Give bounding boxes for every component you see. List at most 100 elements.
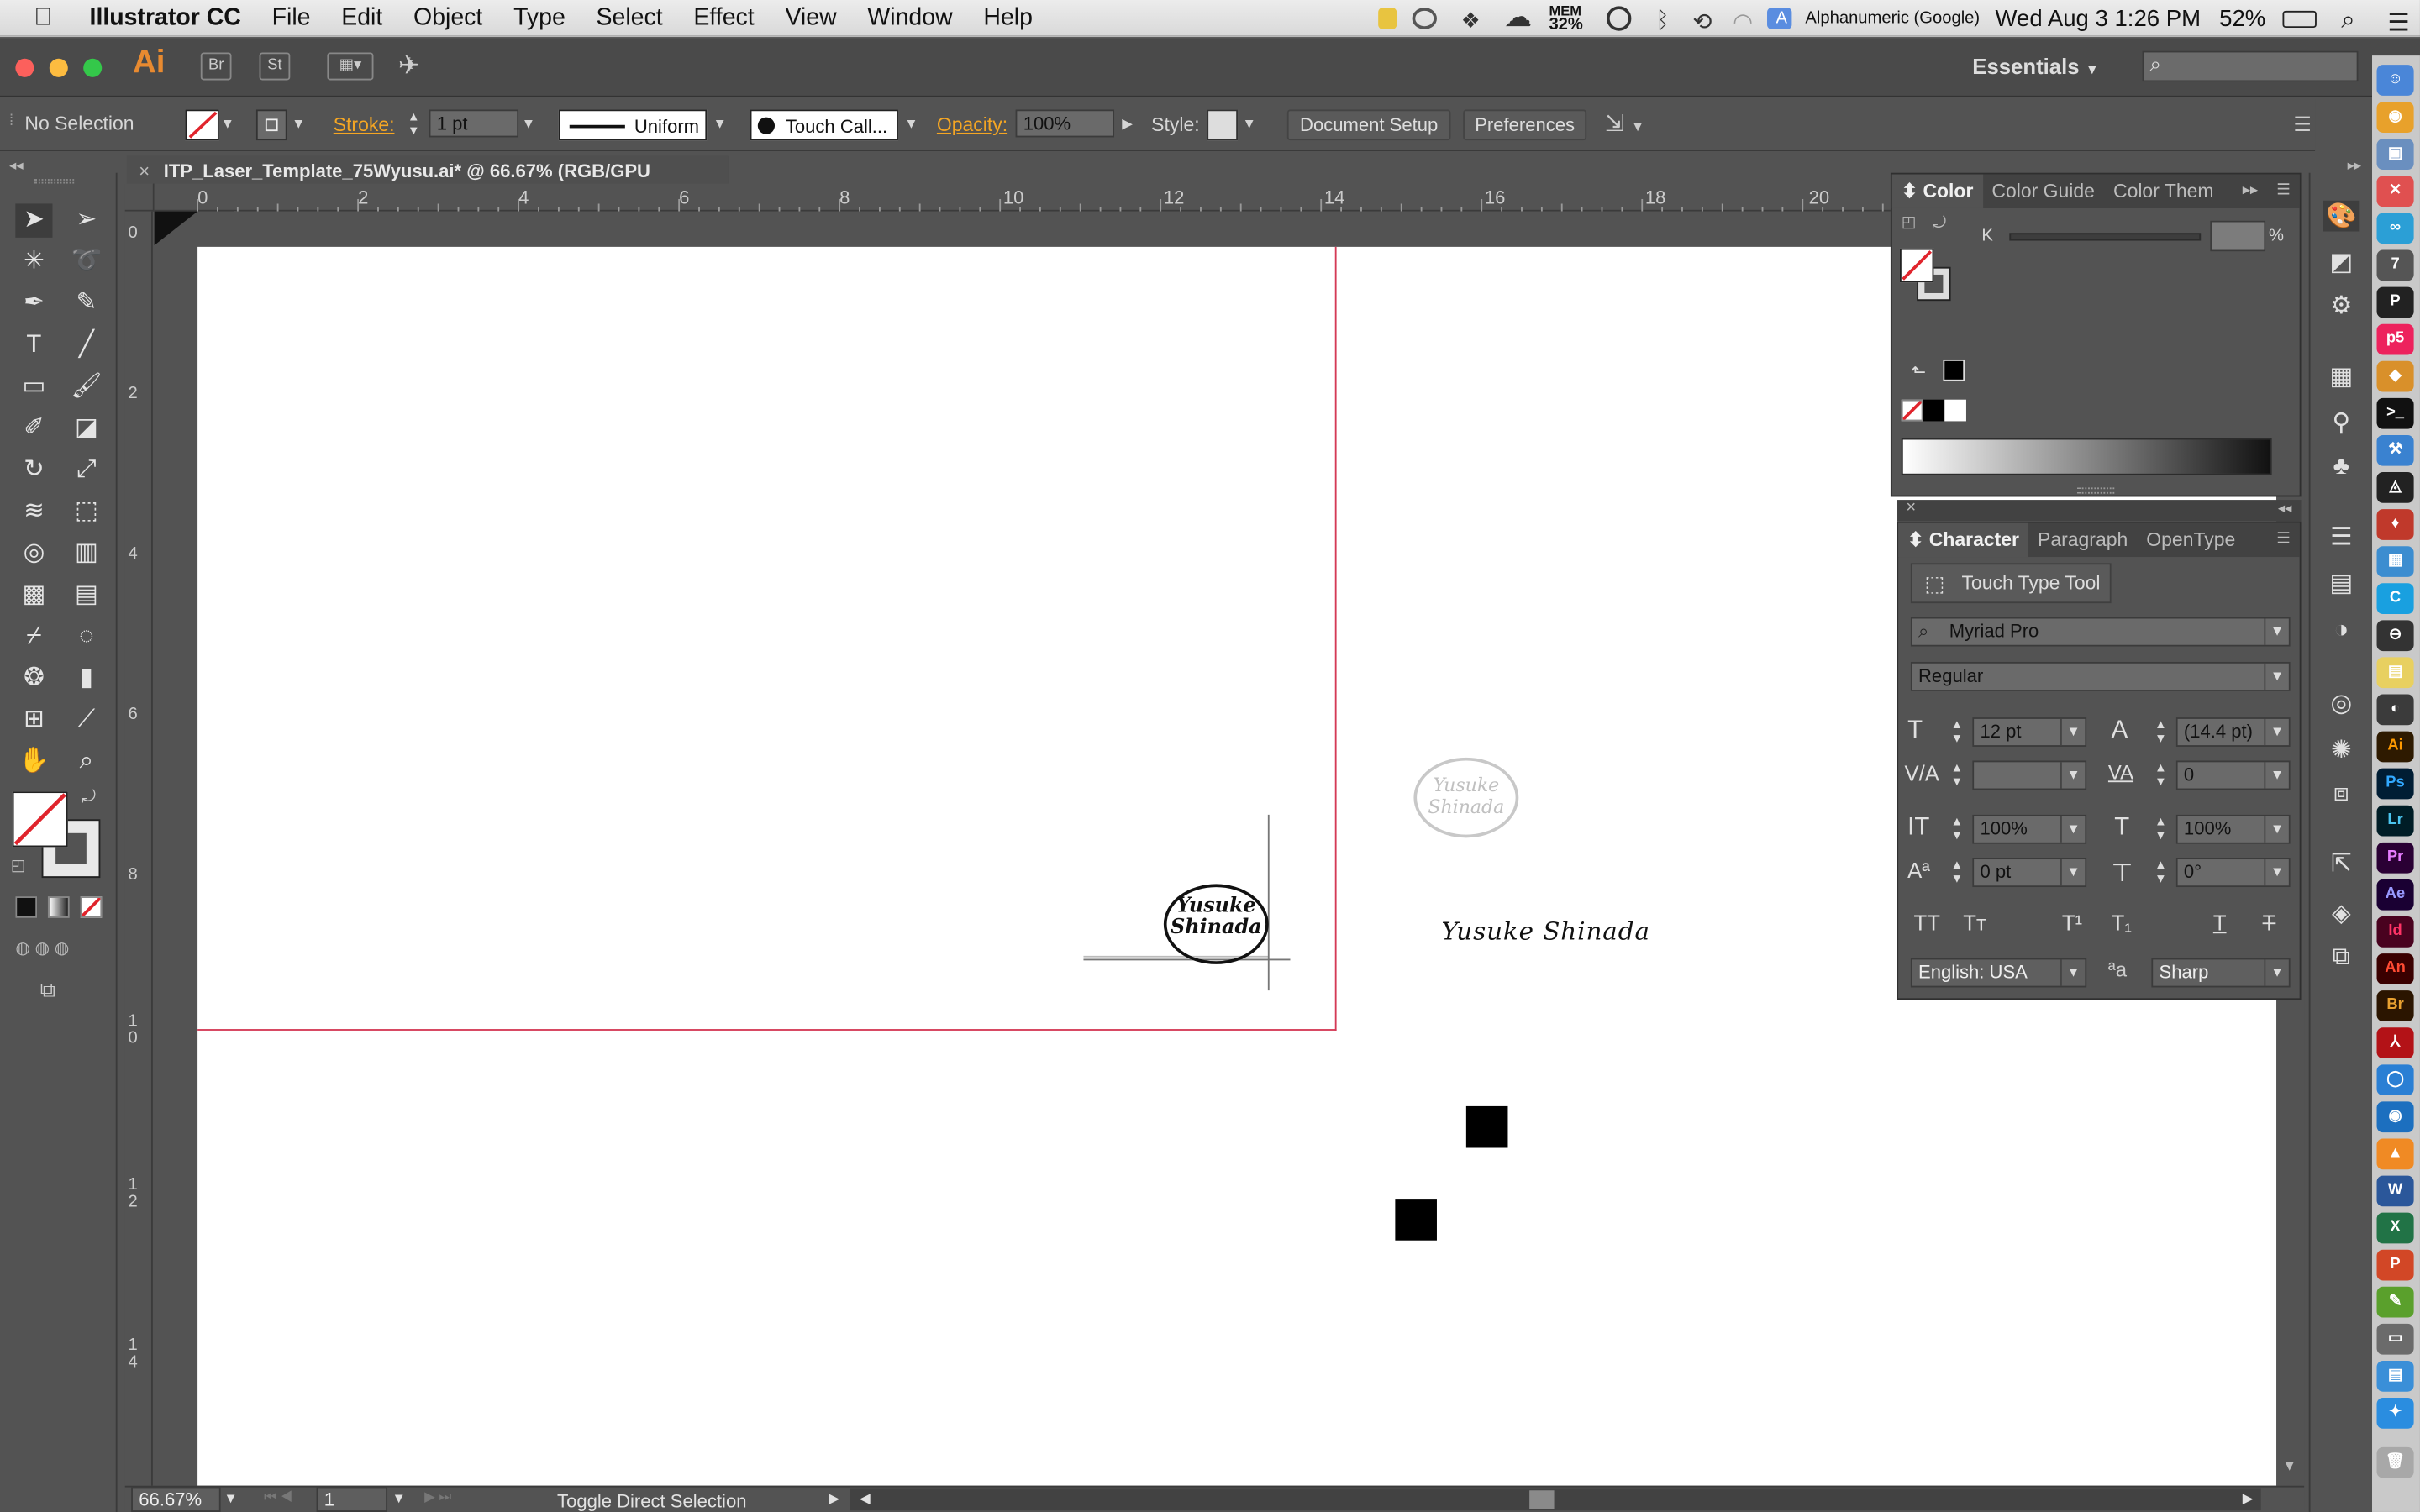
c-app-dock-icon[interactable]: C	[2376, 583, 2414, 615]
browser-dock-icon[interactable]: ◉	[2376, 1101, 2414, 1133]
fill-color-box[interactable]	[12, 791, 68, 848]
leading-input[interactable]: (14.4 pt) ▼	[2175, 717, 2291, 747]
minus-app-dock-icon[interactable]: ⊖	[2376, 620, 2414, 652]
tab-character[interactable]: ⬍ Character	[1898, 522, 2029, 558]
horizontal-scrollbar[interactable]: ◀ ▶	[850, 1488, 2261, 1511]
free-transform-tool-icon[interactable]: ⬚	[68, 496, 105, 529]
collapse-panel-icon[interactable]: ◂◂	[2278, 500, 2292, 517]
memory-indicator[interactable]: MEM 32%	[1534, 4, 1598, 34]
dropbox-icon[interactable]: ❖	[1452, 8, 1481, 32]
p5-dock-icon[interactable]: p5	[2376, 323, 2414, 355]
screen-mode-icon[interactable]: ⧉	[40, 977, 77, 1001]
font-style-select[interactable]: Regular ▼	[1910, 661, 2291, 691]
drawing-modes[interactable]: ◍ ◍ ◍	[15, 938, 102, 960]
none-swatch[interactable]	[1901, 399, 1923, 422]
lasso-tool-icon[interactable]: ➰	[68, 245, 105, 279]
export-dock-icon[interactable]: ⇱	[2323, 848, 2360, 879]
quick-swatches[interactable]	[1901, 399, 1966, 422]
photoshop-dock-icon[interactable]: Ps	[2376, 768, 2414, 800]
menu-edit[interactable]: Edit	[326, 4, 398, 32]
unity-dock-icon[interactable]: ◬	[2376, 472, 2414, 503]
clock-text[interactable]: Wed Aug 3 1:26 PM	[1986, 5, 2211, 31]
first-artboard-button[interactable]: ⏮ ◀	[264, 1488, 292, 1505]
expand-dock-icon[interactable]: ▸▸	[2348, 157, 2362, 174]
color-mode-button[interactable]	[15, 896, 38, 918]
next-artboard-button[interactable]: ▶ ⏭	[424, 1488, 451, 1505]
scroll-left-arrow[interactable]: ◀	[860, 1490, 871, 1507]
zoom-tool-icon[interactable]: ⌕	[68, 745, 105, 779]
rotation-input[interactable]: 0° ▼	[2175, 858, 2291, 888]
brush-dropdown-arrow[interactable]: ▼	[904, 116, 918, 131]
menu-view[interactable]: View	[770, 4, 852, 32]
trash-dock-icon[interactable]: 🗑	[2376, 1446, 2414, 1478]
bridge-dock-icon[interactable]: Br	[2376, 990, 2414, 1021]
eyedropper-tool-icon[interactable]: ⌿	[15, 620, 52, 654]
status-menu-arrow[interactable]: ▶	[829, 1490, 839, 1507]
magic-wand-tool-icon[interactable]: ✳	[15, 245, 52, 279]
battery-percent[interactable]: 52%	[2210, 5, 2275, 31]
control-panel-menu-icon[interactable]: ☰	[2293, 113, 2311, 137]
tab-color-themes[interactable]: Color Them	[2104, 175, 2223, 208]
gradient-dock-icon[interactable]: ▤	[2323, 568, 2360, 599]
bridge-button[interactable]: Br	[200, 52, 232, 81]
time-machine-icon[interactable]: ⟲	[1683, 8, 1712, 35]
default-fill-stroke-icon[interactable]: ◰	[11, 858, 25, 874]
safari-alt-dock-icon[interactable]: ◯	[2376, 1064, 2414, 1096]
menu-window[interactable]: Window	[852, 4, 968, 32]
symbols-dock-icon[interactable]: ♣	[2323, 454, 2360, 481]
stamp-artwork[interactable]: Yusuke Shinada	[1083, 814, 1299, 994]
vertical-ruler[interactable]: 0 2 4 6 8 10 12 14	[124, 211, 153, 1486]
search-stock-input[interactable]: ⌕	[2142, 50, 2359, 82]
color-spectrum-bar[interactable]	[1901, 438, 2272, 475]
ruler-origin[interactable]	[124, 183, 155, 212]
swap-fill-stroke-icon[interactable]: ⤾	[82, 789, 96, 809]
xcode-dock-icon[interactable]: ⚒	[2376, 434, 2414, 466]
artboards-dock-icon[interactable]: ⧈	[2323, 780, 2360, 808]
black-square-1[interactable]	[1465, 1105, 1508, 1148]
battery-icon[interactable]	[2282, 9, 2317, 28]
stroke-swatch[interactable]	[255, 109, 287, 141]
type-tool-icon[interactable]: T	[15, 328, 52, 362]
graphic-style-swatch[interactable]	[1207, 109, 1239, 141]
tab-color[interactable]: ⬍ Color	[1891, 174, 1983, 208]
perspective-grid-tool-icon[interactable]: ▥	[68, 537, 105, 570]
name-text-object[interactable]: Yusuke Shinada	[1441, 916, 1649, 946]
document-setup-button[interactable]: Document Setup	[1286, 109, 1451, 141]
black-square-2[interactable]	[1395, 1199, 1437, 1241]
zoom-dropdown-arrow[interactable]: ▼	[224, 1490, 237, 1505]
opacity-arrow[interactable]: ▶	[1122, 116, 1133, 133]
xmind-dock-icon[interactable]: ✕	[2376, 176, 2414, 207]
creative-cloud-icon[interactable]	[1411, 8, 1437, 29]
horizontal-scale-stepper[interactable]: ▲ ▼	[2151, 815, 2170, 844]
menu-help[interactable]: Help	[968, 4, 1048, 32]
font-size-input[interactable]: 12 pt ▼	[1972, 717, 2087, 747]
layers-dock-icon[interactable]: ◈	[2323, 898, 2360, 929]
slice-tool-icon[interactable]: ⟋	[68, 704, 105, 738]
menu-effect[interactable]: Effect	[678, 4, 770, 32]
arrange-documents-icon[interactable]: ▦▾	[327, 52, 374, 81]
none-mode-button[interactable]	[80, 896, 103, 918]
rotate-tool-icon[interactable]: ↻	[15, 454, 52, 487]
menu-file[interactable]: File	[256, 4, 326, 32]
scroll-down-arrow[interactable]: ▼	[2282, 1458, 2296, 1473]
system-prefs-dock-icon[interactable]: ▭	[2376, 1323, 2414, 1355]
brushes-dock-icon[interactable]: ⚲	[2323, 407, 2360, 438]
selection-tool-icon[interactable]: ➤	[15, 203, 53, 238]
variable-width-profile[interactable]: Uniform	[558, 109, 708, 141]
artboard-number-input[interactable]: 1	[316, 1487, 388, 1512]
swap-colors-icon[interactable]: ⤾	[1933, 214, 1947, 234]
zoom-window-button[interactable]	[83, 58, 103, 77]
all-caps-icon[interactable]: TT	[1914, 911, 1940, 935]
small-caps-icon[interactable]: Tт	[1963, 911, 1986, 935]
tab-opentype[interactable]: OpenType	[2137, 523, 2244, 557]
color-themes-dock-icon[interactable]: ⚙	[2323, 290, 2360, 321]
excel-dock-icon[interactable]: X	[2376, 1212, 2414, 1244]
direct-selection-tool-icon[interactable]: ➢	[68, 203, 105, 237]
line-segment-tool-icon[interactable]: ╱	[68, 328, 105, 362]
stroke-dropdown-arrow[interactable]: ▼	[292, 116, 305, 131]
after-effects-dock-icon[interactable]: Ae	[2376, 879, 2414, 911]
menu-type[interactable]: Type	[498, 4, 581, 32]
tracking-input[interactable]: 0 ▼	[2175, 760, 2291, 790]
font-family-select[interactable]: ⌕ Myriad Pro ▼	[1910, 617, 2291, 647]
blend-tool-icon[interactable]: ◌	[68, 620, 105, 654]
